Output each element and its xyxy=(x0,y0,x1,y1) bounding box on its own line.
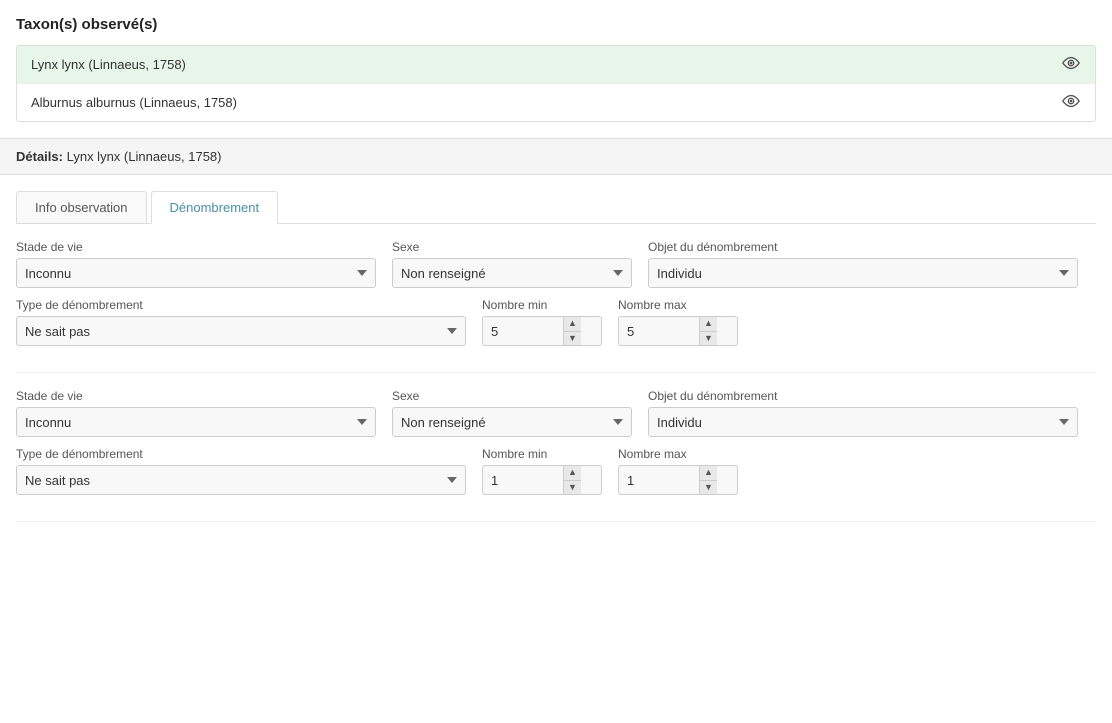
nombre-max-up-2[interactable]: ▲ xyxy=(700,466,717,481)
objet-select-2[interactable]: Individu xyxy=(648,407,1078,437)
nombre-min-label-2: Nombre min xyxy=(482,447,602,461)
taxon-list: Lynx lynx (Linnaeus, 1758) Alburnus albu… xyxy=(16,45,1096,122)
stade-vie-label-1: Stade de vie xyxy=(16,240,376,254)
nombre-min-spinner-2[interactable]: 1 ▲ ▼ xyxy=(482,465,602,495)
objet-label-1: Objet du dénombrement xyxy=(648,240,1078,254)
stade-vie-group-2: Stade de vie Inconnu xyxy=(16,389,376,437)
tab-info-observation[interactable]: Info observation xyxy=(16,191,147,223)
stade-vie-group-1: Stade de vie Inconnu xyxy=(16,240,376,288)
nombre-max-down-2[interactable]: ▼ xyxy=(700,481,717,495)
sexe-label-2: Sexe xyxy=(392,389,632,403)
sexe-label-1: Sexe xyxy=(392,240,632,254)
form-row-2b: Type de dénombrement Ne sait pas Nombre … xyxy=(16,447,1096,495)
sexe-select-2[interactable]: Non renseigné xyxy=(392,407,632,437)
type-denom-group-2: Type de dénombrement Ne sait pas xyxy=(16,447,466,495)
objet-label-2: Objet du dénombrement xyxy=(648,389,1078,403)
sexe-group-2: Sexe Non renseigné xyxy=(392,389,632,437)
details-header: Détails: Lynx lynx (Linnaeus, 1758) xyxy=(0,138,1112,175)
sexe-group-1: Sexe Non renseigné xyxy=(392,240,632,288)
nombre-max-label-2: Nombre max xyxy=(618,447,738,461)
nombre-max-spinner-buttons-1: ▲ ▼ xyxy=(699,317,717,345)
nombre-min-spinner-buttons-1: ▲ ▼ xyxy=(563,317,581,345)
stade-vie-select-1[interactable]: Inconnu xyxy=(16,258,376,288)
nombre-min-up-1[interactable]: ▲ xyxy=(564,317,581,332)
nombre-min-input-1[interactable]: 5 xyxy=(483,317,563,345)
form-row-1b: Type de dénombrement Ne sait pas Nombre … xyxy=(16,298,1096,346)
objet-group-2: Objet du dénombrement Individu xyxy=(648,389,1078,437)
stade-vie-select-2[interactable]: Inconnu xyxy=(16,407,376,437)
taxon-name-1: Lynx lynx (Linnaeus, 1758) xyxy=(31,57,186,72)
nombre-min-spinner-1[interactable]: 5 ▲ ▼ xyxy=(482,316,602,346)
tabs-container: Info observation Dénombrement xyxy=(16,191,1096,224)
sexe-select-1[interactable]: Non renseigné xyxy=(392,258,632,288)
type-denom-label-1: Type de dénombrement xyxy=(16,298,466,312)
section-title: Taxon(s) observé(s) xyxy=(16,16,1096,33)
details-taxon-name: Lynx lynx (Linnaeus, 1758) xyxy=(67,149,222,164)
nombre-min-label-1: Nombre min xyxy=(482,298,602,312)
taxon-item-2[interactable]: Alburnus alburnus (Linnaeus, 1758) xyxy=(17,84,1095,121)
form-row-2a: Stade de vie Inconnu Sexe Non renseigné … xyxy=(16,389,1096,437)
stade-vie-label-2: Stade de vie xyxy=(16,389,376,403)
nombre-max-input-1[interactable]: 5 xyxy=(619,317,699,345)
nombre-max-label-1: Nombre max xyxy=(618,298,738,312)
nombre-max-down-1[interactable]: ▼ xyxy=(700,332,717,346)
type-denom-select-1[interactable]: Ne sait pas xyxy=(16,316,466,346)
nombre-max-spinner-2[interactable]: 1 ▲ ▼ xyxy=(618,465,738,495)
type-denom-group-1: Type de dénombrement Ne sait pas xyxy=(16,298,466,346)
nombre-max-group-2: Nombre max 1 ▲ ▼ xyxy=(618,447,738,495)
nombre-min-up-2[interactable]: ▲ xyxy=(564,466,581,481)
details-label: Détails: xyxy=(16,149,63,164)
nombre-max-up-1[interactable]: ▲ xyxy=(700,317,717,332)
nombre-max-spinner-buttons-2: ▲ ▼ xyxy=(699,466,717,494)
type-denom-select-2[interactable]: Ne sait pas xyxy=(16,465,466,495)
eye-icon-2[interactable] xyxy=(1061,94,1081,111)
taxon-item-1[interactable]: Lynx lynx (Linnaeus, 1758) xyxy=(17,46,1095,84)
nombre-min-group-1: Nombre min 5 ▲ ▼ xyxy=(482,298,602,346)
objet-select-1[interactable]: Individu xyxy=(648,258,1078,288)
nombre-min-down-2[interactable]: ▼ xyxy=(564,481,581,495)
taxon-name-2: Alburnus alburnus (Linnaeus, 1758) xyxy=(31,95,237,110)
nombre-max-group-1: Nombre max 5 ▲ ▼ xyxy=(618,298,738,346)
eye-icon-1[interactable] xyxy=(1061,56,1081,73)
nombre-min-down-1[interactable]: ▼ xyxy=(564,332,581,346)
form-row-1a: Stade de vie Inconnu Sexe Non renseigné … xyxy=(16,240,1096,288)
nombre-max-spinner-1[interactable]: 5 ▲ ▼ xyxy=(618,316,738,346)
tab-denombrement[interactable]: Dénombrement xyxy=(151,191,279,224)
nombre-min-input-2[interactable]: 1 xyxy=(483,466,563,494)
nombre-min-group-2: Nombre min 1 ▲ ▼ xyxy=(482,447,602,495)
denombrement-section-1: Stade de vie Inconnu Sexe Non renseigné … xyxy=(16,224,1096,373)
nombre-min-spinner-buttons-2: ▲ ▼ xyxy=(563,466,581,494)
objet-group-1: Objet du dénombrement Individu xyxy=(648,240,1078,288)
nombre-max-input-2[interactable]: 1 xyxy=(619,466,699,494)
type-denom-label-2: Type de dénombrement xyxy=(16,447,466,461)
denombrement-section-2: Stade de vie Inconnu Sexe Non renseigné … xyxy=(16,373,1096,522)
